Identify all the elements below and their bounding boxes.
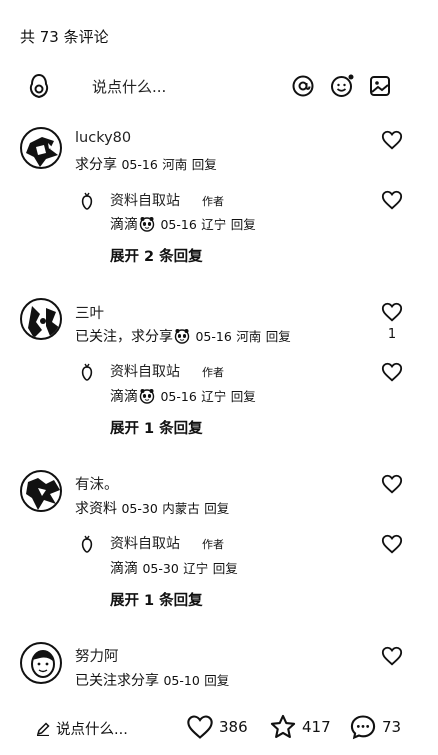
reply-date: 05-16 [160,389,197,404]
comment-date: 05-30 [121,501,158,516]
comment-stat-button[interactable]: 73 [348,712,401,742]
expand-replies-button[interactable]: 展开 1 条回复 [110,417,203,438]
comment-author[interactable]: 三叶 [75,302,104,323]
comment-body: 求资料 [75,501,117,517]
author-carrot-icon [81,535,93,553]
like-stat-button[interactable]: 386 [185,712,248,742]
comments-count-title: 共 73 条评论 [20,28,109,46]
mention-icon[interactable] [291,74,315,98]
reply-text: 滴滴 05-16 辽宁 回复 [110,214,256,234]
self-avatar-icon [29,73,49,99]
emoji-icon[interactable] [330,74,354,98]
author-badge: 作者 [202,538,224,551]
reply-button[interactable]: 回复 [231,217,256,232]
like-icon[interactable] [381,361,403,383]
pencil-icon [36,722,50,737]
expand-replies-button[interactable]: 展开 2 条回复 [110,245,203,266]
bottom-action-bar: 说点什么... 386 417 73 [0,708,438,748]
like-icon[interactable] [381,473,403,495]
like-icon[interactable] [381,189,403,211]
reply-body: 滴滴 [110,217,138,233]
comment-text: 已关注，求分享 05-16 河南 回复 [75,326,291,346]
comment-composer: 说点什么... [0,66,438,106]
avatar[interactable] [20,127,62,169]
star-icon [270,714,296,738]
reply-button[interactable]: 回复 [192,157,217,172]
favorite-stat-button[interactable]: 417 [268,712,331,742]
comment-text: 求资料 05-30 内蒙古 回复 [75,498,229,518]
avatar[interactable] [20,470,62,512]
comment-date: 05-16 [121,157,158,172]
author-carrot-icon [81,192,93,210]
like-icon[interactable] [381,645,403,667]
reply-date: 05-16 [160,217,197,232]
favorite-total: 417 [302,718,331,736]
reply-button[interactable]: 回复 [266,329,291,344]
comment-body: 求分享 [75,157,117,173]
reply-location: 辽宁 [201,217,227,232]
panda-emoji-icon [139,217,155,232]
reply-text: 滴滴 05-16 辽宁 回复 [110,386,256,406]
reply-location: 辽宁 [201,389,227,404]
avatar-image [26,478,60,510]
comment-bubble-icon [350,715,376,740]
comment-input[interactable]: 说点什么... [92,76,166,97]
panda-emoji-icon [174,329,190,344]
like-icon[interactable] [381,301,403,323]
reply-body: 滴滴 [110,561,138,577]
reply-date: 05-30 [142,561,179,576]
reply-author[interactable]: 资料自取站 [110,533,180,553]
panda-emoji-icon [139,389,155,404]
reply-button[interactable]: 回复 [204,673,229,688]
heart-icon [187,715,213,739]
reply-location: 辽宁 [183,561,209,576]
comment-location: 河南 [236,329,262,344]
comment-date: 05-10 [163,673,200,688]
comment-location: 内蒙古 [162,501,200,516]
image-icon[interactable] [368,74,392,98]
comment-body: 已关注，求分享 [75,329,173,345]
comment-total: 73 [382,718,402,736]
reply-body: 滴滴 [110,389,138,405]
comment-text: 求分享 05-16 河南 回复 [75,154,217,174]
like-total: 386 [219,718,248,736]
avatar[interactable] [20,642,62,684]
like-icon[interactable] [381,129,403,151]
expand-replies-button[interactable]: 展开 1 条回复 [110,589,203,610]
comment-author[interactable]: 努力阿 [75,645,119,666]
reply-button[interactable]: 回复 [213,561,238,576]
reply-author[interactable]: 资料自取站 [110,361,180,381]
comment-author[interactable]: 有沫。 [75,473,119,494]
reply-button[interactable]: 回复 [231,389,256,404]
like-icon[interactable] [381,533,403,555]
reply-text: 滴滴 05-30 辽宁 回复 [110,558,238,578]
comment-author[interactable]: lucky80 [75,130,131,146]
comment-body: 已关注求分享 [75,673,159,689]
write-comment-button[interactable]: 说点什么... [36,718,128,739]
comment-location: 河南 [162,157,188,172]
like-count: 1 [387,327,397,342]
author-badge: 作者 [202,195,224,208]
avatar-image [31,650,55,678]
avatar[interactable] [20,298,62,340]
author-carrot-icon [81,363,93,381]
write-comment-label: 说点什么... [56,722,128,738]
author-badge: 作者 [202,366,224,379]
reply-author[interactable]: 资料自取站 [110,190,180,210]
avatar-image [26,137,58,167]
avatar-image [28,306,60,338]
comment-date: 05-16 [195,329,232,344]
comment-text: 已关注求分享 05-10 回复 [75,670,229,690]
reply-button[interactable]: 回复 [204,501,229,516]
